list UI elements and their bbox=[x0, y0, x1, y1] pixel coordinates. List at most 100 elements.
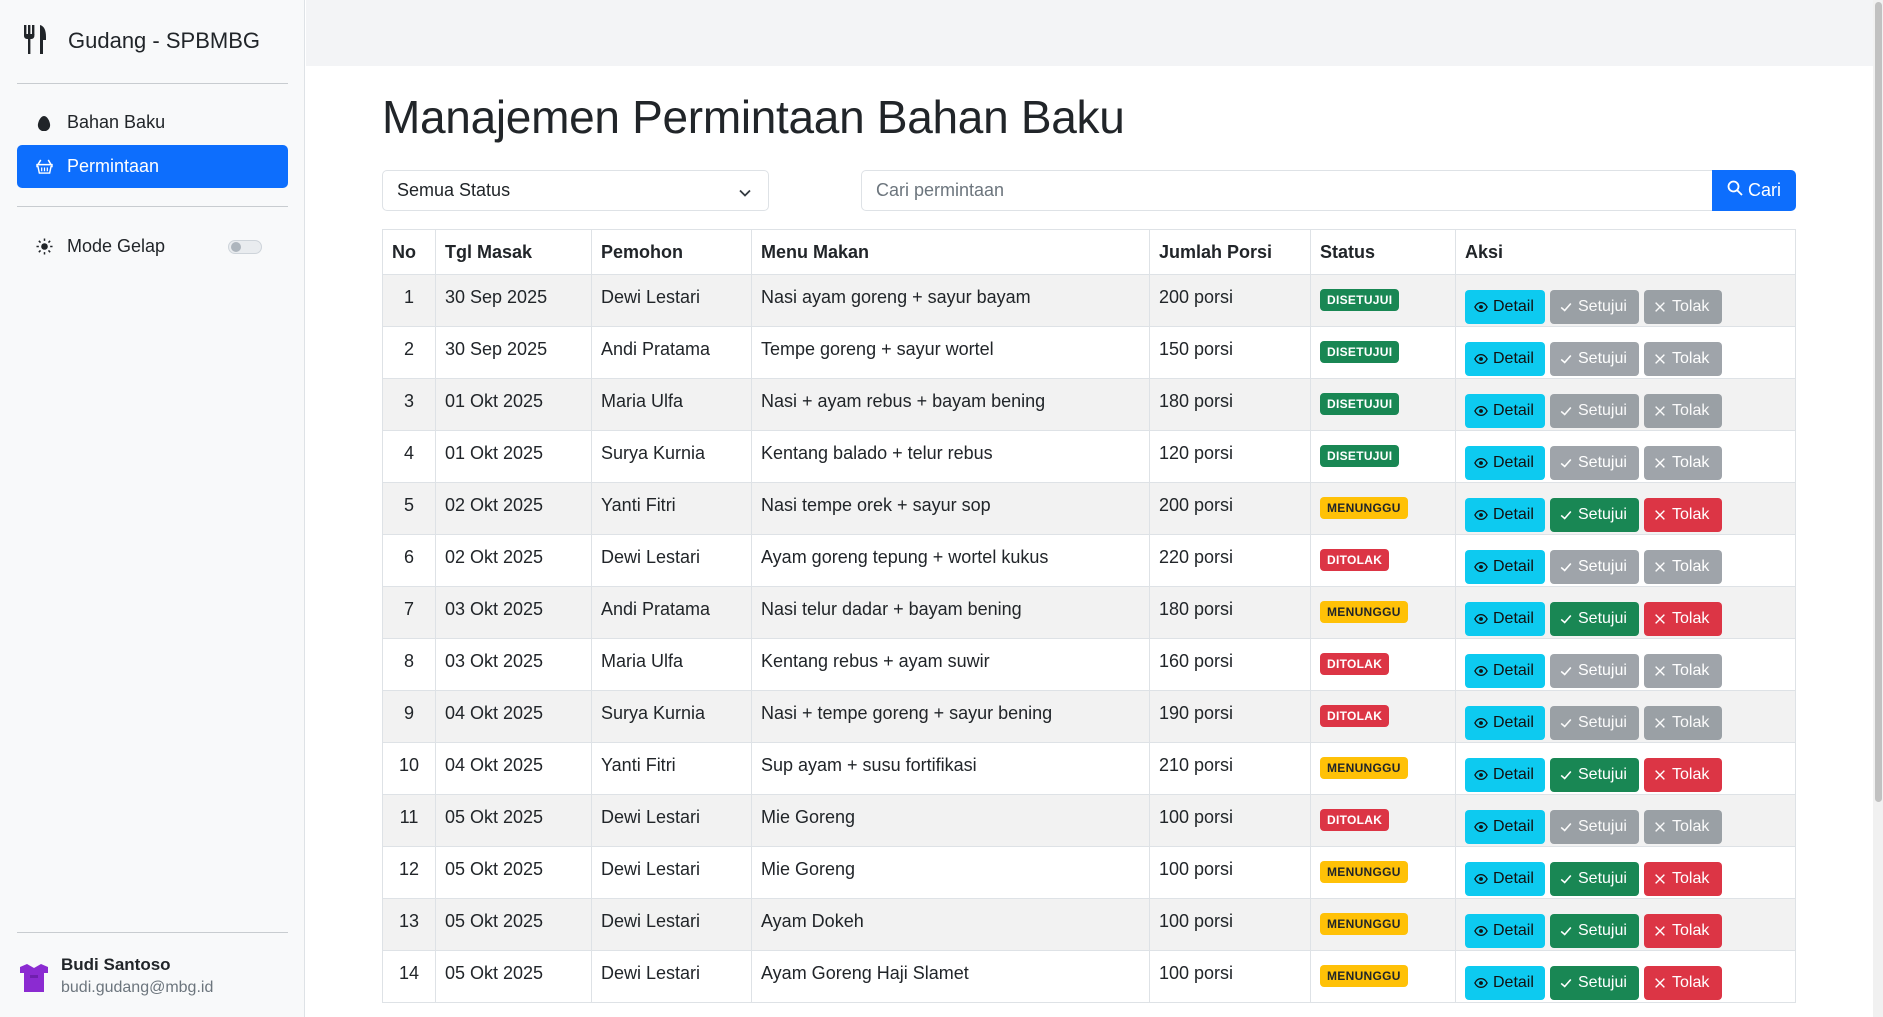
reject-button[interactable]: Tolak bbox=[1644, 290, 1722, 324]
app-title: Gudang - SPBMBG bbox=[68, 28, 260, 53]
sidebar-divider bbox=[17, 83, 288, 84]
detail-button[interactable]: Detail bbox=[1465, 966, 1545, 1000]
approve-button[interactable]: Setujui bbox=[1550, 914, 1639, 948]
status-badge: DISETUJUI bbox=[1320, 341, 1400, 363]
status-filter-value: Semua Status bbox=[397, 180, 511, 200]
reject-button[interactable]: Tolak bbox=[1644, 498, 1722, 532]
status-badge: DITOLAK bbox=[1320, 653, 1390, 675]
approve-label: Setujui bbox=[1578, 298, 1627, 315]
brand[interactable]: Gudang - SPBMBG bbox=[22, 24, 260, 58]
approve-button[interactable]: Setujui bbox=[1550, 342, 1639, 376]
detail-button[interactable]: Detail bbox=[1465, 342, 1545, 376]
close-icon bbox=[1653, 352, 1672, 366]
reject-button[interactable]: Tolak bbox=[1644, 862, 1722, 896]
approve-button[interactable]: Setujui bbox=[1550, 498, 1639, 532]
cell-requester: Yanti Fitri bbox=[591, 742, 752, 795]
detail-button[interactable]: Detail bbox=[1465, 758, 1545, 792]
close-icon bbox=[1653, 924, 1672, 938]
eye-icon bbox=[1474, 768, 1493, 782]
cell-actions: Detail Setujui Tolak bbox=[1455, 430, 1796, 483]
status-filter-select[interactable]: Semua Status bbox=[382, 170, 769, 211]
cell-no: 7 bbox=[382, 586, 436, 639]
reject-button[interactable]: Tolak bbox=[1644, 602, 1722, 636]
cell-no: 3 bbox=[382, 378, 436, 431]
reject-button[interactable]: Tolak bbox=[1644, 914, 1722, 948]
table-row: 7 03 Okt 2025 Andi Pratama Nasi telur dadar… bbox=[382, 586, 1796, 639]
approve-button[interactable]: Setujui bbox=[1550, 394, 1639, 428]
cell-menu: Sup ayam + susu fortifikasi bbox=[751, 742, 1150, 795]
reject-button[interactable]: Tolak bbox=[1644, 966, 1722, 1000]
cell-no: 11 bbox=[382, 794, 436, 847]
reject-label: Tolak bbox=[1672, 870, 1710, 887]
eye-icon bbox=[1474, 456, 1493, 470]
approve-button[interactable]: Setujui bbox=[1550, 758, 1639, 792]
scrollbar[interactable] bbox=[1873, 0, 1883, 1017]
approve-button[interactable]: Setujui bbox=[1550, 602, 1639, 636]
cell-menu: Mie Goreng bbox=[751, 794, 1150, 847]
cell-portions: 220 porsi bbox=[1149, 534, 1311, 587]
cell-menu: Ayam goreng tepung + wortel kukus bbox=[751, 534, 1150, 587]
approve-button[interactable]: Setujui bbox=[1550, 862, 1639, 896]
approve-button[interactable]: Setujui bbox=[1550, 706, 1639, 740]
detail-button[interactable]: Detail bbox=[1465, 602, 1545, 636]
detail-button[interactable]: Detail bbox=[1465, 810, 1545, 844]
detail-label: Detail bbox=[1493, 506, 1534, 523]
approve-button[interactable]: Setujui bbox=[1550, 810, 1639, 844]
detail-button[interactable]: Detail bbox=[1465, 862, 1545, 896]
scrollbar-thumb[interactable] bbox=[1875, 2, 1882, 802]
status-badge: DITOLAK bbox=[1320, 705, 1390, 727]
detail-button[interactable]: Detail bbox=[1465, 446, 1545, 480]
sidebar-item-label: Bahan Baku bbox=[67, 112, 166, 132]
reject-button[interactable]: Tolak bbox=[1644, 810, 1722, 844]
table-header-row: No Tgl Masak Pemohon Menu Makan Jumlah P… bbox=[382, 229, 1796, 275]
cell-date: 03 Okt 2025 bbox=[435, 586, 592, 639]
approve-button[interactable]: Setujui bbox=[1550, 290, 1639, 324]
sidebar-item-permintaan[interactable]: Permintaan bbox=[17, 145, 288, 188]
detail-label: Detail bbox=[1493, 870, 1534, 887]
column-header: Status bbox=[1310, 229, 1456, 275]
user-name: Budi Santoso bbox=[61, 955, 171, 974]
reject-button[interactable]: Tolak bbox=[1644, 706, 1722, 740]
eye-icon bbox=[1474, 820, 1493, 834]
detail-button[interactable]: Detail bbox=[1465, 290, 1545, 324]
detail-button[interactable]: Detail bbox=[1465, 706, 1545, 740]
table-row: 2 30 Sep 2025 Andi Pratama Tempe goreng + s… bbox=[382, 326, 1796, 379]
cell-no: 6 bbox=[382, 534, 436, 587]
cell-date: 05 Okt 2025 bbox=[435, 950, 592, 1003]
table-body: 1 30 Sep 2025 Dewi Lestari Nasi ayam goreng… bbox=[382, 274, 1796, 1003]
detail-button[interactable]: Detail bbox=[1465, 394, 1545, 428]
search-input[interactable] bbox=[861, 170, 1713, 211]
approve-button[interactable]: Setujui bbox=[1550, 550, 1639, 584]
close-icon bbox=[1653, 768, 1672, 782]
approve-button[interactable]: Setujui bbox=[1550, 446, 1639, 480]
approve-button[interactable]: Setujui bbox=[1550, 966, 1639, 1000]
cell-requester: Maria Ulfa bbox=[591, 378, 752, 431]
reject-button[interactable]: Tolak bbox=[1644, 654, 1722, 688]
reject-button[interactable]: Tolak bbox=[1644, 342, 1722, 376]
reject-button[interactable]: Tolak bbox=[1644, 758, 1722, 792]
detail-button[interactable]: Detail bbox=[1465, 498, 1545, 532]
detail-label: Detail bbox=[1493, 298, 1534, 315]
detail-button[interactable]: Detail bbox=[1465, 654, 1545, 688]
cell-date: 02 Okt 2025 bbox=[435, 534, 592, 587]
cell-requester: Dewi Lestari bbox=[591, 950, 752, 1003]
cell-status: DITOLAK bbox=[1310, 794, 1456, 847]
reject-button[interactable]: Tolak bbox=[1644, 446, 1722, 480]
cell-actions: Detail Setujui Tolak bbox=[1455, 326, 1796, 379]
cell-portions: 120 porsi bbox=[1149, 430, 1311, 483]
user-profile[interactable]: Budi Santoso budi.gudang@mbg.id bbox=[17, 955, 213, 997]
search-button[interactable]: Cari bbox=[1712, 170, 1796, 211]
detail-button[interactable]: Detail bbox=[1465, 914, 1545, 948]
status-badge: DITOLAK bbox=[1320, 809, 1390, 831]
reject-button[interactable]: Tolak bbox=[1644, 394, 1722, 428]
sidebar-item-bahan-baku[interactable]: Bahan Baku bbox=[17, 101, 288, 144]
cell-actions: Detail Setujui Tolak bbox=[1455, 742, 1796, 795]
dark-mode-toggle[interactable] bbox=[228, 240, 262, 254]
reject-button[interactable]: Tolak bbox=[1644, 550, 1722, 584]
detail-button[interactable]: Detail bbox=[1465, 550, 1545, 584]
reject-label: Tolak bbox=[1672, 454, 1710, 471]
table-row: 9 04 Okt 2025 Surya Kurnia Nasi + tempe gor… bbox=[382, 690, 1796, 743]
eye-icon bbox=[1474, 976, 1493, 990]
approve-button[interactable]: Setujui bbox=[1550, 654, 1639, 688]
cell-status: DISETUJUI bbox=[1310, 326, 1456, 379]
